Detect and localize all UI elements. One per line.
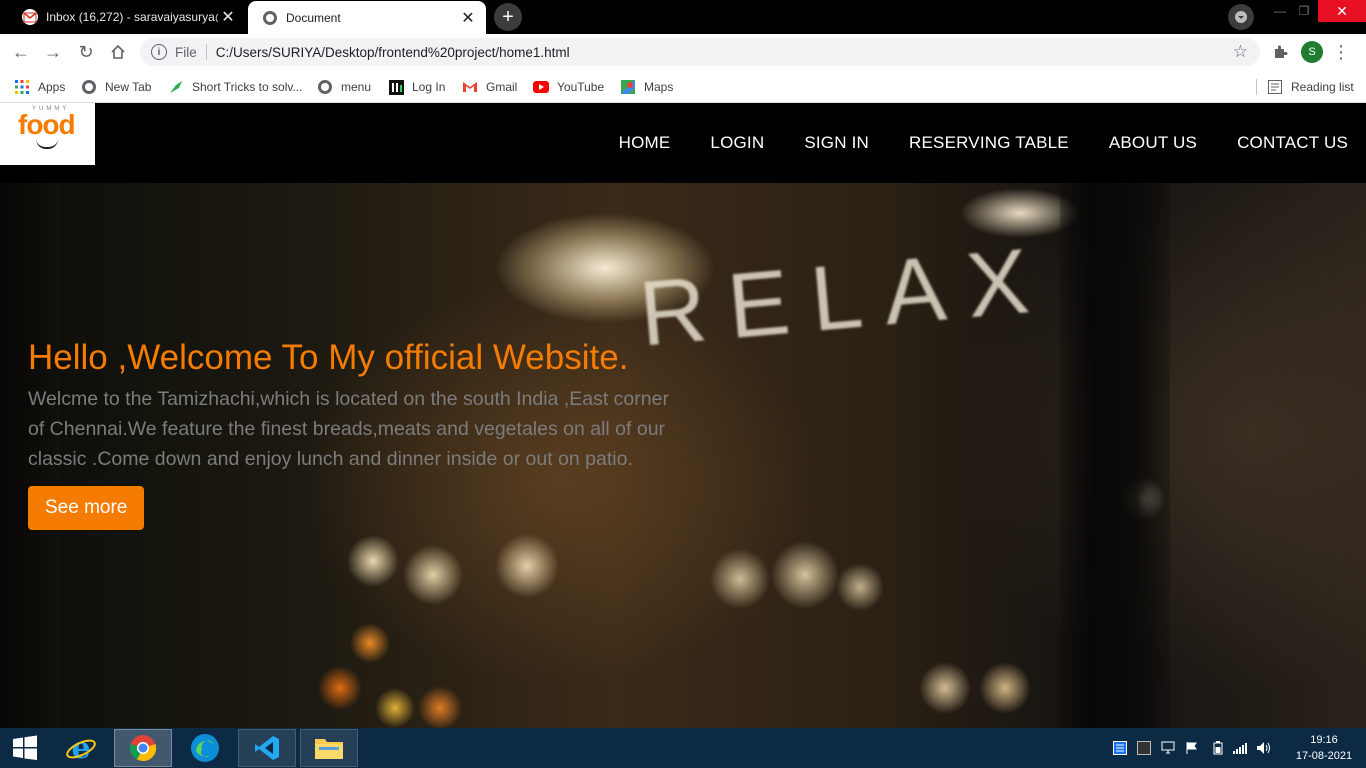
bookmark-label: Short Tricks to solv... <box>192 80 303 94</box>
apps-grid-icon <box>14 79 30 95</box>
nav-reserving-table[interactable]: RESERVING TABLE <box>909 133 1069 153</box>
nav-contact-us[interactable]: CONTACT US <box>1237 133 1348 153</box>
clock-time: 19:16 <box>1310 734 1338 746</box>
forward-arrow-icon[interactable]: → <box>41 40 65 64</box>
bookmark-label: New Tab <box>105 80 152 94</box>
bookmark-short-tricks[interactable]: Short Tricks to solv... <box>168 76 302 98</box>
battery-icon[interactable] <box>1210 740 1226 756</box>
bookmark-youtube[interactable]: YouTube <box>533 76 604 98</box>
bookmark-new-tab[interactable]: New Tab <box>81 76 151 98</box>
windows-start-icon[interactable] <box>0 729 50 767</box>
youtube-icon <box>533 79 549 95</box>
extensions-puzzle-icon[interactable] <box>1270 42 1290 62</box>
login-site-icon <box>388 79 404 95</box>
address-divider <box>205 44 207 60</box>
reading-list-label: Reading list <box>1291 80 1354 94</box>
gmail-favicon-icon <box>22 9 38 25</box>
window-close-button[interactable]: ✕ <box>1318 0 1366 22</box>
globe-icon <box>81 79 97 95</box>
bookmark-label: menu <box>341 80 372 94</box>
see-more-button[interactable]: See more <box>28 486 145 530</box>
bookmarks-divider <box>1256 79 1257 95</box>
reading-list-icon <box>1267 79 1283 95</box>
bookmark-label: YouTube <box>557 80 605 94</box>
globe-icon <box>317 79 333 95</box>
home-icon[interactable] <box>106 40 130 64</box>
file-explorer-icon[interactable] <box>300 729 358 767</box>
network-signal-icon[interactable] <box>1232 740 1248 756</box>
bookmark-menu[interactable]: menu <box>317 76 371 98</box>
hero-title: Hello ,Welcome To My official Website. <box>28 338 629 377</box>
svg-text:e: e <box>71 732 90 764</box>
address-bar[interactable]: i File C:/Users/SURIYA/Desktop/frontend%… <box>140 38 1260 66</box>
tab-search-button[interactable] <box>1228 4 1254 30</box>
tab-close-icon[interactable]: ✕ <box>458 8 478 28</box>
tray-app-icon[interactable] <box>1136 740 1152 756</box>
logo-brand: food <box>18 109 76 140</box>
bookmark-maps[interactable]: Maps <box>620 76 673 98</box>
site-info-icon[interactable]: i <box>151 44 167 60</box>
chrome-icon[interactable] <box>114 729 172 767</box>
language-bar-icon[interactable] <box>1112 740 1128 756</box>
internet-explorer-icon[interactable]: e <box>52 729 110 767</box>
site-nav-links: HOME LOGIN SIGN IN RESERVING TABLE ABOUT… <box>619 133 1348 153</box>
hero-description: Welcme to the Tamizhachi,which is locate… <box>28 388 669 470</box>
tray-monitor-icon[interactable] <box>1160 740 1176 756</box>
bookmark-label: Log In <box>412 80 446 94</box>
tab-document[interactable]: Document ✕ <box>248 1 486 34</box>
volume-icon[interactable] <box>1256 740 1272 756</box>
reading-list-button[interactable]: Reading list <box>1267 76 1354 98</box>
nav-sign-in[interactable]: SIGN IN <box>804 133 869 153</box>
gmail-icon <box>462 79 478 95</box>
site-navbar: YUMMY food HOME LOGIN SIGN IN RESERVING … <box>0 103 1366 183</box>
taskbar-clock[interactable]: 19:16 17-08-2021 <box>1288 732 1360 764</box>
bookmark-label: Apps <box>38 80 66 94</box>
bookmarks-bar: Apps New Tab Short Tricks to solv... men… <box>0 70 1366 103</box>
address-scheme-label: File <box>175 44 197 60</box>
hero-relax-sign: RELAX <box>635 228 1055 366</box>
globe-icon <box>262 10 278 26</box>
nav-about-us[interactable]: ABOUT US <box>1109 133 1197 153</box>
bookmark-log-in[interactable]: Log In <box>388 76 445 98</box>
maps-icon <box>620 79 636 95</box>
address-url[interactable]: C:/Users/SURIYA/Desktop/frontend%20proje… <box>216 45 570 60</box>
tab-title: Document <box>286 10 341 25</box>
browser-toolbar: ← → ↻ i File C:/Users/SURIYA/Desktop/fro… <box>0 34 1366 70</box>
profile-avatar[interactable]: S <box>1301 41 1323 63</box>
action-center-flag-icon[interactable] <box>1184 740 1200 756</box>
bookmark-gmail[interactable]: Gmail <box>462 76 517 98</box>
edge-icon[interactable] <box>176 729 234 767</box>
back-arrow-icon[interactable]: ← <box>9 40 33 64</box>
hero-content: Hello ,Welcome To My official Website. W… <box>28 338 688 530</box>
web-page: YUMMY food HOME LOGIN SIGN IN RESERVING … <box>0 103 1366 728</box>
bookmark-label: Gmail <box>486 80 518 94</box>
chevron-down-icon <box>1235 11 1247 23</box>
windows-taskbar: e 19:16 17-08-2021 <box>0 728 1366 768</box>
logo-smile-icon <box>36 139 58 149</box>
hero-bg-pillar <box>1060 183 1170 728</box>
bookmark-apps[interactable]: Apps <box>14 76 65 98</box>
tab-title: Inbox (16,272) - saravaiyasurya@ <box>46 10 218 24</box>
hero-section: RELAX Hello ,Welcome To My official Webs… <box>0 183 1366 728</box>
tab-inbox[interactable]: Inbox (16,272) - saravaiyasurya@ ✕ <box>8 0 246 34</box>
nav-login[interactable]: LOGIN <box>710 133 764 153</box>
bookmark-label: Maps <box>644 80 674 94</box>
site-logo[interactable]: YUMMY food <box>0 103 95 165</box>
reload-icon[interactable]: ↻ <box>74 40 98 64</box>
bookmark-leaf-icon <box>168 79 184 95</box>
bookmark-star-icon[interactable]: ☆ <box>1233 42 1248 62</box>
clock-date: 17-08-2021 <box>1295 750 1353 762</box>
new-tab-button[interactable]: + <box>494 3 522 31</box>
tab-close-icon[interactable]: ✕ <box>218 7 238 27</box>
nav-home[interactable]: HOME <box>619 133 671 153</box>
browser-tab-strip: Inbox (16,272) - saravaiyasurya@ ✕ Docum… <box>0 0 1366 34</box>
vscode-icon[interactable] <box>238 729 296 767</box>
browser-menu-icon[interactable]: ⋮ <box>1332 40 1350 64</box>
